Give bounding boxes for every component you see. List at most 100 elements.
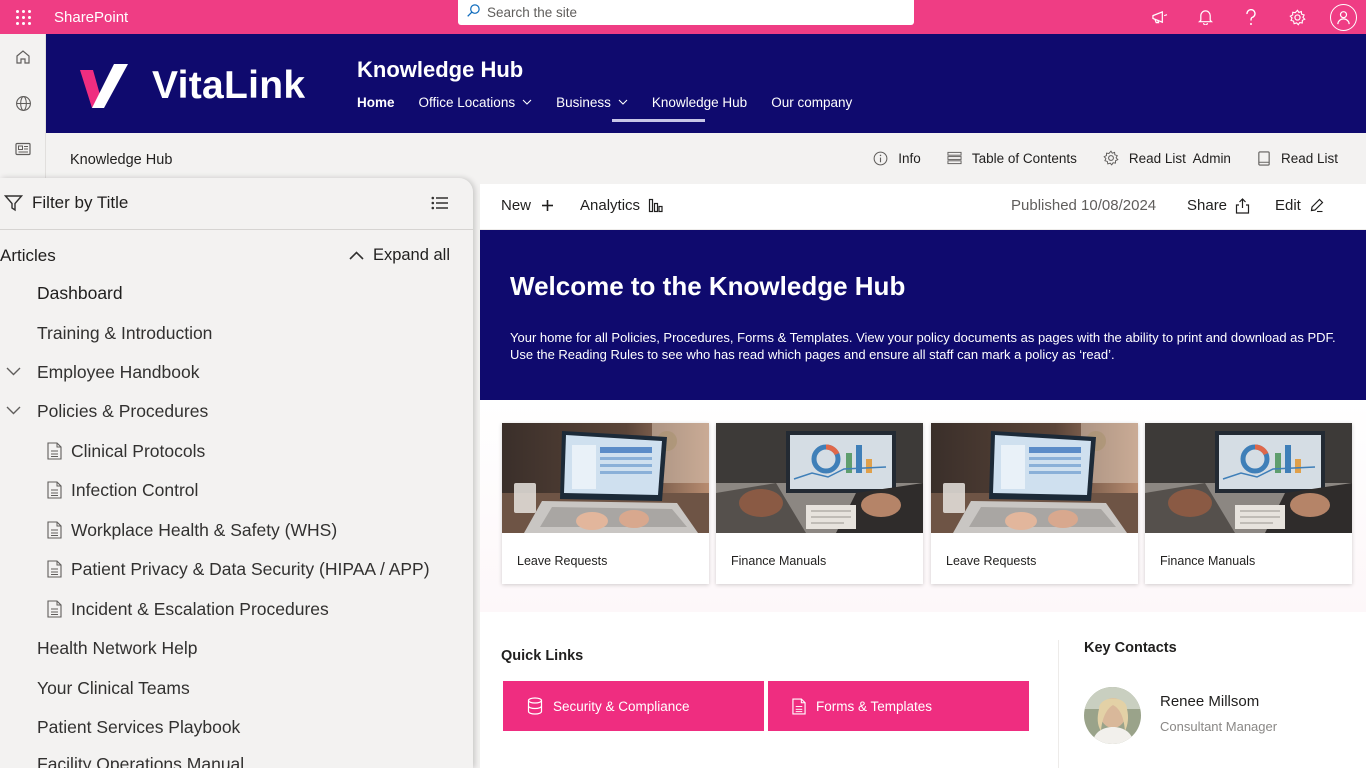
quick-links-heading: Quick Links (501, 648, 584, 664)
article-navigation-panel: Filter by Title Articles Expand all Dash… (0, 178, 473, 768)
selected-nav-indicator (611, 119, 705, 122)
chevron-down-icon (522, 99, 532, 105)
news-icon[interactable] (0, 126, 46, 172)
share-button[interactable]: Share (1187, 197, 1250, 214)
chevron-down-icon (618, 99, 628, 105)
section-divider (1058, 640, 1059, 768)
share-label: Share (1187, 197, 1228, 214)
card-leave-requests[interactable]: Leave Requests (931, 423, 1138, 584)
filter-by-title-input[interactable]: Filter by Title (32, 193, 128, 213)
analytics-chart-icon (648, 198, 663, 213)
card-finance-manuals[interactable]: Finance Manuals (1145, 423, 1352, 584)
read-list-admin-button[interactable]: Read List Admin (1103, 150, 1231, 166)
card-label: Finance Manuals (731, 554, 827, 568)
document-icon (47, 521, 62, 539)
edit-label: Edit (1275, 197, 1301, 214)
nav-item-incident-escalation[interactable]: Incident & Escalation Procedures (71, 599, 329, 620)
help-icon[interactable] (1228, 0, 1274, 34)
document-icon (47, 560, 62, 578)
card-label: Leave Requests (517, 554, 608, 568)
nav-item-your-clinical-teams[interactable]: Your Clinical Teams (37, 678, 190, 699)
site-logo[interactable]: VitaLink (78, 62, 305, 110)
document-icon (47, 481, 62, 499)
nav-item-label: Our company (771, 94, 853, 110)
nav-item-home[interactable]: Home (357, 93, 395, 111)
contact-avatar[interactable] (1084, 687, 1141, 744)
nav-item-patient-services-playbook[interactable]: Patient Services Playbook (37, 717, 240, 738)
hub-navigation: Home Office Locations Business Knowledge… (357, 93, 876, 122)
info-button[interactable]: Info (873, 151, 921, 166)
nav-item-business[interactable]: Business (556, 93, 628, 111)
table-of-contents-icon (947, 151, 962, 165)
quick-link-security-compliance[interactable]: Security & Compliance (503, 681, 764, 731)
person-icon (1329, 3, 1357, 31)
settings-icon (1103, 150, 1119, 166)
nav-item-clinical-protocols[interactable]: Clinical Protocols (71, 441, 205, 462)
info-icon (873, 151, 888, 165)
globe-icon[interactable] (0, 80, 46, 126)
nav-item-label: Home (357, 94, 395, 110)
megaphone-icon[interactable] (1136, 0, 1182, 34)
logo-text: VitaLink (152, 64, 306, 107)
app-name-link[interactable]: SharePoint (54, 9, 128, 26)
nav-item-label: Business (556, 94, 611, 110)
nav-item-label: Office Locations (418, 94, 516, 110)
table-of-contents-label: Table of Contents (971, 150, 1077, 166)
nav-item-infection-control[interactable]: Infection Control (71, 480, 198, 501)
quick-link-forms-templates[interactable]: Forms & Templates (768, 681, 1029, 731)
nav-item-policies-procedures[interactable]: Policies & Procedures (37, 401, 208, 422)
read-list-admin-label: Read List Admin (1128, 150, 1231, 166)
nav-item-knowledge-hub[interactable]: Knowledge Hub (611, 93, 748, 122)
hero-description: Your home for all Policies, Procedures, … (510, 330, 1336, 362)
search-box[interactable]: Search the site (458, 0, 914, 25)
read-list-label: Read List (1280, 150, 1338, 166)
chevron-down-icon[interactable] (6, 406, 21, 415)
search-input[interactable]: Search the site (487, 5, 577, 20)
vitalink-logo-icon (80, 64, 128, 108)
chevron-down-icon[interactable] (6, 367, 21, 376)
edit-button[interactable]: Edit (1275, 197, 1324, 214)
edit-pencil-icon (1310, 198, 1324, 213)
account-button[interactable] (1320, 0, 1366, 34)
nav-item-our-company[interactable]: Our company (771, 93, 852, 111)
page-command-bar: Knowledge Hub Info Table of Contents Rea… (46, 133, 1366, 177)
page-toolbar: New Analytics Published 10/08/2024 Share… (480, 184, 1366, 230)
analytics-button[interactable]: Analytics (580, 197, 663, 214)
published-date: Published 10/08/2024 (1011, 197, 1157, 214)
nav-item-label: Knowledge Hub (651, 94, 748, 110)
expand-all-label: Expand all (372, 246, 450, 264)
settings-gear-icon[interactable] (1274, 0, 1320, 34)
hero-banner: Welcome to the Knowledge Hub Your home f… (480, 230, 1366, 400)
laptop-photo (502, 423, 709, 533)
app-launcher-button[interactable] (0, 0, 46, 34)
table-of-contents-button[interactable]: Table of Contents (947, 151, 1077, 166)
new-button[interactable]: New (501, 197, 554, 214)
list-view-icon[interactable] (431, 196, 449, 210)
laptop-photo (931, 423, 1138, 533)
quick-link-label: Forms & Templates (816, 698, 933, 714)
nav-item-office-locations[interactable]: Office Locations (419, 93, 533, 111)
nav-item-workplace-health-safety[interactable]: Workplace Health & Safety (WHS) (71, 520, 337, 541)
bell-icon[interactable] (1182, 0, 1228, 34)
nav-item-facility-operations-manual[interactable]: Facility Operations Manual (37, 754, 244, 768)
contact-role: Consultant Manager (1160, 719, 1278, 734)
card-leave-requests[interactable]: Leave Requests (502, 423, 709, 584)
card-finance-manuals[interactable]: Finance Manuals (716, 423, 923, 584)
document-icon (47, 442, 62, 460)
filter-icon (4, 195, 23, 212)
card-label: Leave Requests (946, 554, 1037, 568)
filter-row: Filter by Title (0, 178, 473, 230)
nav-item-patient-privacy[interactable]: Patient Privacy & Data Security (HIPAA /… (71, 559, 430, 580)
hub-title[interactable]: Knowledge Hub (357, 57, 523, 83)
expand-all-button[interactable]: Expand all (349, 246, 450, 265)
nav-item-training-introduction[interactable]: Training & Introduction (37, 323, 212, 344)
read-list-button[interactable]: Read List (1257, 151, 1338, 166)
nav-item-dashboard[interactable]: Dashboard (37, 283, 123, 304)
nav-item-employee-handbook[interactable]: Employee Handbook (37, 362, 199, 383)
suite-bar: SharePoint Search the site (0, 0, 1366, 34)
contact-name[interactable]: Renee Millsom (1160, 693, 1259, 710)
info-label: Info (898, 150, 921, 166)
chevron-up-icon (349, 251, 364, 260)
nav-item-health-network-help[interactable]: Health Network Help (37, 638, 197, 659)
home-icon[interactable] (0, 34, 46, 80)
